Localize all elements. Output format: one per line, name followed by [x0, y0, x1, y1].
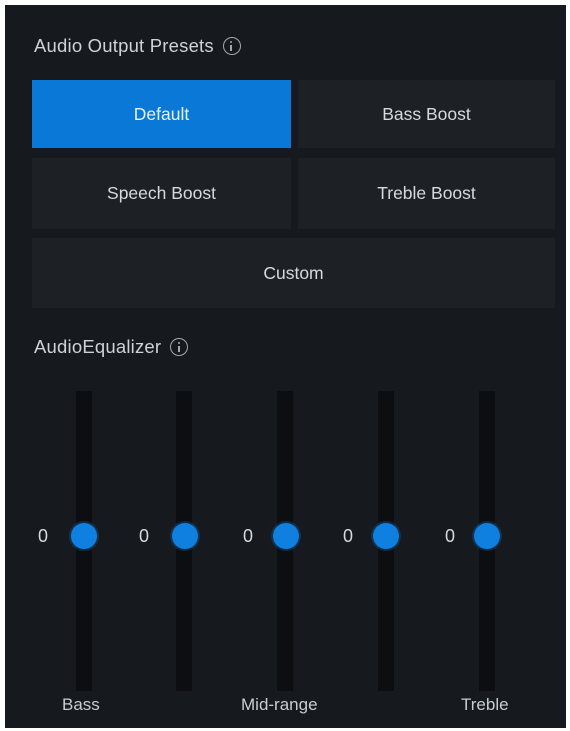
- preset-bass-boost-label: Bass Boost: [382, 103, 471, 124]
- preset-custom-button[interactable]: Custom: [32, 238, 555, 308]
- audio-settings-panel: Audio Output Presets Default Bass Boost …: [5, 5, 566, 728]
- eq-band-5-value: 0: [445, 526, 456, 546]
- preset-speech-boost-label: Speech Boost: [107, 183, 216, 203]
- eq-band-4-slider-thumb[interactable]: [373, 523, 399, 549]
- presets-section-title: Audio Output Presets: [34, 32, 241, 60]
- preset-speech-boost-button[interactable]: Speech Boost: [32, 158, 291, 229]
- presets-info-icon[interactable]: [222, 37, 241, 55]
- eq-label-treble: Treble: [461, 695, 509, 714]
- eq-label-midrange: Mid-range: [241, 695, 318, 714]
- eq-band-5-slider-thumb[interactable]: [474, 523, 500, 549]
- preset-default-label: Default: [133, 103, 190, 124]
- preset-bass-boost-button[interactable]: Bass Boost: [298, 80, 555, 148]
- equalizer-info-icon[interactable]: [170, 338, 189, 356]
- equalizer-section-title: AudioEqualizer: [34, 333, 189, 361]
- eq-band-1-slider-thumb[interactable]: [71, 523, 97, 549]
- preset-treble-boost-button[interactable]: Treble Boost: [298, 158, 555, 229]
- equalizer-title-text: AudioEqualizer: [34, 336, 162, 357]
- eq-band-2-value: 0: [139, 526, 150, 546]
- preset-custom-label: Custom: [263, 262, 324, 283]
- eq-band-3-slider-thumb[interactable]: [273, 523, 299, 549]
- presets-title-text: Audio Output Presets: [34, 35, 214, 56]
- eq-band-4-value: 0: [343, 526, 354, 546]
- eq-label-bass: Bass: [62, 695, 100, 714]
- eq-band-2-slider-thumb[interactable]: [172, 523, 198, 549]
- eq-band-3-value: 0: [243, 526, 254, 546]
- preset-default-button[interactable]: Default: [32, 80, 291, 148]
- eq-band-1-value: 0: [38, 526, 49, 546]
- preset-treble-boost-label: Treble Boost: [377, 183, 476, 203]
